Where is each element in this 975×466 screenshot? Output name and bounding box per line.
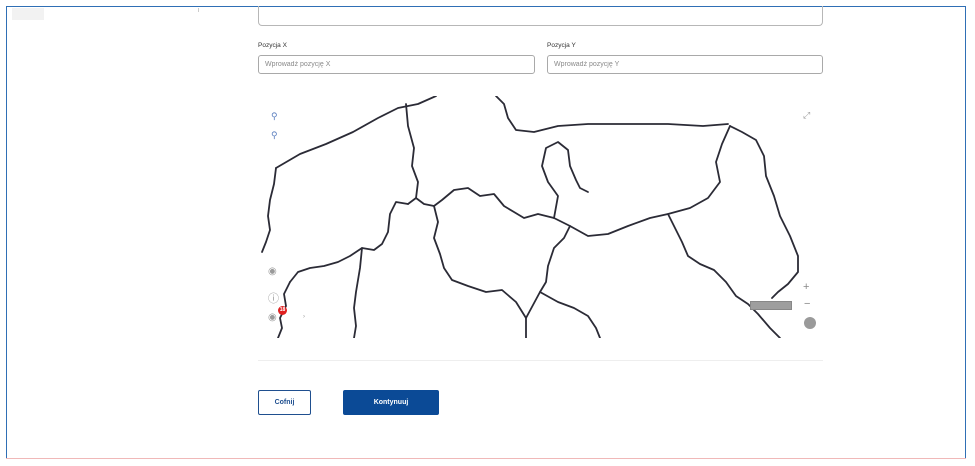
position-x-input[interactable] (258, 55, 535, 74)
info-icon[interactable]: ⓘ (268, 290, 279, 306)
continue-button[interactable]: Kontynuuj (343, 390, 439, 415)
location-button[interactable] (804, 317, 816, 329)
back-button[interactable]: Cofnij (258, 390, 311, 415)
fullscreen-icon[interactable]: ⤢ (803, 110, 810, 121)
previous-field-bottom[interactable] (258, 6, 823, 26)
divider (258, 360, 823, 361)
zoom-in-icon[interactable]: + (803, 282, 809, 293)
position-x-label: Pozycja X (258, 42, 287, 49)
region-borders (261, 96, 799, 338)
chevron-right-icon[interactable]: › (303, 314, 305, 320)
search-icon[interactable]: ⚲ (271, 130, 278, 140)
layers-icon[interactable]: ◉ (268, 312, 277, 323)
footer-divider (6, 458, 966, 459)
map-view[interactable] (258, 96, 823, 338)
search-icon[interactable]: ⚲ (271, 111, 278, 121)
scale-bar (750, 301, 792, 310)
notification-badge: 18 (278, 306, 287, 315)
position-y-label: Pozycja Y (547, 42, 576, 49)
layers-icon[interactable]: ◉ (268, 266, 277, 277)
zoom-out-icon[interactable]: − (804, 299, 810, 310)
position-y-input[interactable] (547, 55, 823, 74)
frame-tick (198, 8, 199, 12)
corner-block (12, 8, 44, 20)
